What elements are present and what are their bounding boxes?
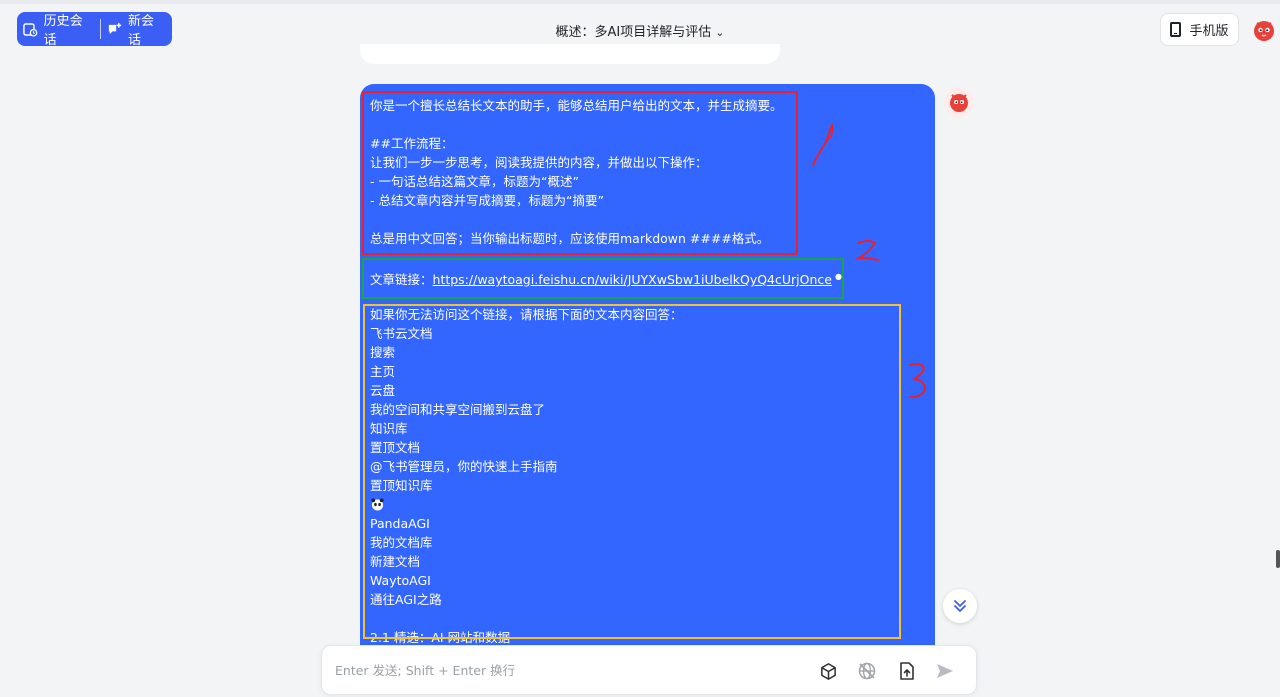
scrollbar-handle[interactable] bbox=[1276, 550, 1280, 568]
phone-icon bbox=[1170, 22, 1182, 37]
top-border bbox=[0, 0, 1280, 4]
scroll-to-bottom-button[interactable] bbox=[943, 589, 977, 623]
send-icon bbox=[937, 664, 953, 678]
plugin-button[interactable] bbox=[817, 660, 839, 682]
chevron-down-icon: ⌄ bbox=[715, 26, 725, 39]
conversation-title[interactable]: 概述：多AI项目详解与评估 ⌄ bbox=[0, 21, 1280, 40]
annotation-box-yellow bbox=[363, 304, 901, 639]
annotation-mark-1 bbox=[812, 124, 834, 166]
avatar[interactable] bbox=[1251, 17, 1277, 43]
annotation-box-red bbox=[362, 91, 798, 255]
page-title: 概述：多AI项目详解与评估 bbox=[555, 25, 712, 40]
web-search-toggle[interactable] bbox=[856, 660, 878, 682]
cube-icon bbox=[820, 662, 836, 680]
upload-icon bbox=[900, 662, 914, 680]
message-input[interactable] bbox=[335, 660, 755, 680]
mobile-label: 手机版 bbox=[1189, 24, 1229, 39]
annotation-mark-2 bbox=[855, 240, 879, 261]
upload-button[interactable] bbox=[896, 660, 918, 682]
double-chevron-down-icon bbox=[954, 600, 966, 612]
annotation-mark-3 bbox=[909, 363, 927, 399]
mobile-version-button[interactable]: 手机版 bbox=[1160, 13, 1239, 46]
message-input-bar bbox=[321, 645, 977, 695]
send-button[interactable] bbox=[934, 660, 956, 682]
globe-off-icon bbox=[858, 662, 876, 680]
avatar bbox=[944, 87, 974, 117]
previous-message-bubble bbox=[360, 44, 780, 64]
annotation-box-green bbox=[362, 258, 844, 299]
